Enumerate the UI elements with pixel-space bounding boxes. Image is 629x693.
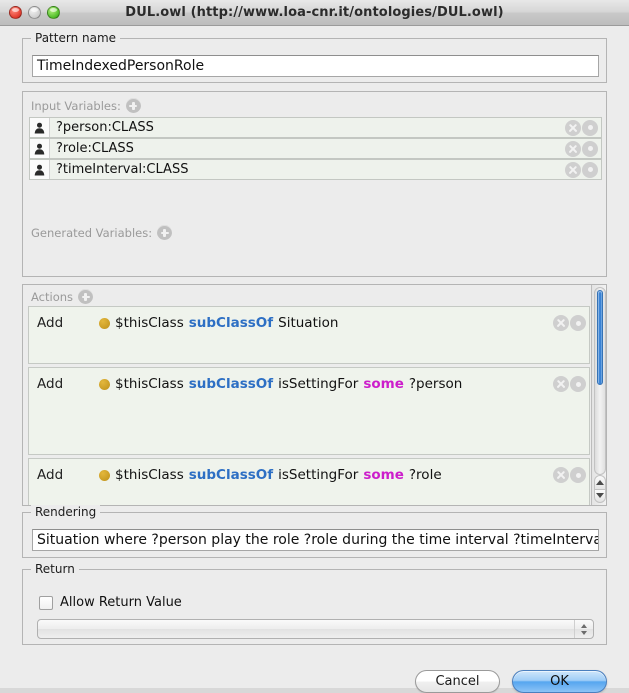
return-value-select[interactable] <box>37 619 594 639</box>
actions-scrollbar[interactable] <box>591 285 606 505</box>
action-token: isSettingFor <box>278 376 359 392</box>
action-token: ?person <box>408 376 463 392</box>
action-token: subClassOf <box>188 467 274 483</box>
person-icon <box>30 160 50 179</box>
zoom-window-button[interactable] <box>47 6 60 19</box>
return-value-stepper[interactable] <box>574 620 593 638</box>
action-token: $thisClass <box>115 467 184 483</box>
stepper-down-icon <box>581 630 587 635</box>
class-bullet-icon <box>99 378 110 390</box>
action-row[interactable]: Add $thisClass subClassOf isSettingFor s… <box>28 367 590 455</box>
add-input-variable-button[interactable] <box>125 98 141 113</box>
minimize-window-button[interactable] <box>28 6 41 19</box>
input-variable-row[interactable]: ?timeInterval:CLASS <box>29 159 602 180</box>
add-action-button[interactable] <box>78 289 94 304</box>
edit-variable-button[interactable] <box>582 119 598 136</box>
delete-variable-button[interactable] <box>565 140 581 157</box>
action-row[interactable]: Add $thisClass subClassOf isSettingFor s… <box>28 458 590 505</box>
pattern-name-input[interactable]: TimeIndexedPersonRole <box>32 55 599 77</box>
scroll-up-button[interactable] <box>594 475 606 489</box>
input-variables-header: Input Variables: <box>31 98 141 113</box>
pattern-editor-window: DUL.owl (http://www.loa-cnr.it/ontologie… <box>0 0 629 693</box>
person-icon <box>30 118 50 137</box>
generated-variables-header: Generated Variables: <box>31 225 173 240</box>
triangle-up-icon <box>596 479 604 485</box>
rendering-input[interactable]: Situation where ?person play the role ?r… <box>32 529 599 551</box>
actions-label: Actions <box>31 289 74 304</box>
action-expression: $thisClass subClassOf isSettingFor some … <box>99 376 462 392</box>
add-generated-variable-button[interactable] <box>157 225 173 240</box>
action-row[interactable]: Add $thisClass subClassOf Situation <box>28 306 590 364</box>
return-label: Return <box>31 562 79 576</box>
class-bullet-icon <box>99 469 110 481</box>
window-title: DUL.owl (http://www.loa-cnr.it/ontologie… <box>125 5 504 20</box>
action-expression: $thisClass subClassOf Situation <box>99 315 338 331</box>
action-token: ?role <box>408 467 442 483</box>
delete-variable-button[interactable] <box>565 161 581 178</box>
edit-variable-button[interactable] <box>582 140 598 157</box>
pattern-name-label: Pattern name <box>31 31 121 45</box>
row-actions <box>553 467 586 483</box>
row-actions <box>565 140 598 157</box>
allow-return-value-label: Allow Return Value <box>60 595 182 610</box>
class-bullet-icon <box>99 317 110 329</box>
window-controls <box>0 6 60 19</box>
row-actions <box>553 376 586 392</box>
action-token: subClassOf <box>188 376 274 392</box>
scrollbar-thumb[interactable] <box>597 290 603 385</box>
delete-action-button[interactable] <box>553 467 569 483</box>
row-actions <box>565 119 598 136</box>
delete-action-button[interactable] <box>553 376 569 392</box>
close-window-button[interactable] <box>9 6 22 19</box>
action-token: Situation <box>278 315 339 331</box>
input-variable-text: ?timeInterval:CLASS <box>56 162 189 177</box>
input-variables-label: Input Variables: <box>31 98 121 113</box>
action-expression: $thisClass subClassOf isSettingFor some … <box>99 467 442 483</box>
row-actions <box>565 161 598 178</box>
window-titlebar: DUL.owl (http://www.loa-cnr.it/ontologie… <box>0 0 629 26</box>
edit-action-button[interactable] <box>570 467 586 483</box>
delete-action-button[interactable] <box>553 315 569 331</box>
action-verb: Add <box>37 467 64 483</box>
cancel-button[interactable]: Cancel <box>415 670 500 693</box>
return-group: Return Allow Return Value <box>22 562 607 645</box>
row-actions <box>553 315 586 331</box>
rendering-group: Rendering Situation where ?person play t… <box>22 505 607 558</box>
ok-button[interactable]: OK <box>512 670 607 693</box>
triangle-down-icon <box>596 493 604 499</box>
allow-return-value-checkbox[interactable] <box>39 595 53 610</box>
allow-return-value-row[interactable]: Allow Return Value <box>39 595 182 610</box>
input-variable-text: ?role:CLASS <box>56 141 134 156</box>
actions-header: Actions <box>31 289 94 304</box>
action-token: some <box>363 467 404 483</box>
action-token: subClassOf <box>188 315 274 331</box>
action-verb: Add <box>37 315 64 331</box>
rendering-label: Rendering <box>31 505 101 519</box>
person-icon <box>30 139 50 158</box>
scroll-down-button[interactable] <box>594 488 606 503</box>
scrollbar-arrows <box>594 475 606 503</box>
action-token: $thisClass <box>115 376 184 392</box>
input-variable-row[interactable]: ?person:CLASS <box>29 117 602 138</box>
generated-variables-label: Generated Variables: <box>31 225 153 240</box>
edit-variable-button[interactable] <box>582 161 598 178</box>
pattern-name-group: Pattern name TimeIndexedPersonRole <box>22 31 607 83</box>
variables-panel: Input Variables: ?person:CLASS ?role:CLA… <box>22 91 607 277</box>
edit-action-button[interactable] <box>570 315 586 331</box>
stepper-up-icon <box>581 623 587 628</box>
input-variable-row[interactable]: ?role:CLASS <box>29 138 602 159</box>
scrollbar-track[interactable] <box>594 287 606 475</box>
input-variable-text: ?person:CLASS <box>56 120 154 135</box>
action-verb: Add <box>37 376 64 392</box>
actions-panel: Actions Add $thisClass subClassOf Situat… <box>22 284 607 506</box>
dialog-content: Pattern name TimeIndexedPersonRole Input… <box>0 26 629 693</box>
action-token: some <box>363 376 404 392</box>
delete-variable-button[interactable] <box>565 119 581 136</box>
action-token: $thisClass <box>115 315 184 331</box>
action-token: isSettingFor <box>278 467 359 483</box>
edit-action-button[interactable] <box>570 376 586 392</box>
